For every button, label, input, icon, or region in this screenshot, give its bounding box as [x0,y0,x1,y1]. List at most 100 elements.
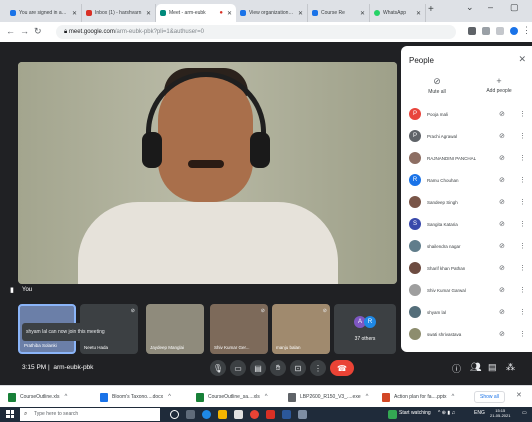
close-icon[interactable]: ✕ [416,10,421,17]
avatar [409,306,421,318]
captions-icon[interactable]: ▤ [250,360,266,376]
file-explorer-icon[interactable] [218,410,227,419]
edge-icon[interactable] [202,410,211,419]
browser-tab[interactable]: You are signed in as to ✕ [6,4,82,22]
taskbar-search-input[interactable]: ⌕ Type here to search [20,408,160,421]
others-tile[interactable]: A R 37 others [334,304,396,354]
browser-tab[interactable]: View organizational c ✕ [236,4,308,22]
language-indicator[interactable]: ENG [474,410,485,416]
mute-all-button[interactable]: ⊘ Mute all [415,76,459,95]
download-item[interactable]: Action plan for fa....pptx ^ [382,391,454,403]
exe-file-icon [288,392,296,402]
download-item[interactable]: CourseOutline_sa....xls ^ [196,391,268,403]
browser-tab[interactable]: Course Re ✕ [308,4,370,22]
activities-icon[interactable]: ⁂ [506,362,515,373]
show-all-downloads-button[interactable]: Show all [474,391,505,403]
url-field[interactable]: 🔒︎ meet.google.com/arm-eubk-pbk?pli=1&au… [56,25,456,39]
mic-muted-icon[interactable]: ⊘ [499,132,511,140]
more-options-icon[interactable]: ⋮ [519,264,526,272]
mic-muted-icon[interactable]: ⊘ [499,308,511,316]
task-view-icon[interactable] [186,410,195,419]
more-options-icon[interactable]: ⋮ [519,198,526,206]
chevron-up-icon[interactable]: ^ [265,394,268,400]
end-call-button[interactable]: ☎︎ [330,360,354,376]
more-options-icon[interactable]: ⋮ [519,330,526,338]
gmail-icon [86,10,92,16]
taskbar-clock[interactable]: 15:15 21-05-2021 [490,408,510,418]
more-options-icon[interactable]: ⋮ [519,132,526,140]
participant-tile[interactable]: ⊘ manju balan [272,304,330,354]
app-icon[interactable] [298,410,307,419]
cortana-icon[interactable] [170,410,179,419]
close-icon[interactable]: ✕ [146,10,151,17]
more-options-icon[interactable]: ⋮ [519,110,526,118]
camera-icon[interactable]: ▭ [230,360,246,376]
mic-muted-icon[interactable]: ⊘ [499,154,511,162]
browser-tab[interactable]: WhatsApp ✕ [370,4,426,22]
camera-permission-icon[interactable] [468,27,476,35]
download-item[interactable]: CourseOutline.xls ^ [8,391,67,403]
mic-muted-icon[interactable]: ⊘ [499,198,511,206]
close-icon[interactable]: ✕ [518,54,526,65]
back-icon[interactable]: ← [6,26,15,36]
browser-tab-active[interactable]: Meet - arm-eubk ● ✕ [156,4,236,22]
windows-start-icon[interactable] [6,410,14,418]
more-options-icon[interactable]: ⋮ [519,176,526,184]
browser-tab[interactable]: Inbox (1) - harshvarn ✕ [82,4,156,22]
chat-icon[interactable]: ▤ [488,362,497,373]
mic-muted-icon[interactable]: ⊘ [499,330,511,338]
mic-muted-icon[interactable]: ⊘ [499,110,511,118]
close-icon[interactable]: ✕ [227,10,232,17]
reload-icon[interactable]: ↻ [34,26,42,37]
pin-icon[interactable]: ▮ [10,286,14,294]
close-icon[interactable]: ✕ [360,10,365,17]
mic-muted-icon[interactable]: ⊘ [499,242,511,250]
chrome-icon[interactable] [250,410,259,419]
mic-icon[interactable]: 🎙︎ [210,360,226,376]
add-people-button[interactable]: + Add people [477,76,521,94]
more-options-icon[interactable]: ⋮ [519,220,526,228]
close-icon[interactable]: ✕ [516,391,522,399]
word-icon[interactable] [282,410,291,419]
people-icon[interactable]: 👥︎ [470,362,481,373]
mic-muted-icon[interactable]: ⊘ [499,286,511,294]
chevron-up-icon[interactable]: ^ [452,394,455,400]
tray-icons[interactable]: ^ ⊕ ▮ ♫ [438,410,455,416]
info-icon[interactable]: ⓘ [452,362,461,375]
mic-muted-icon[interactable]: ⊘ [499,220,511,228]
profile-avatar[interactable] [510,27,518,35]
forward-icon[interactable]: → [20,26,29,36]
download-item[interactable]: LBP2600_R150_V3_....exe ^ [288,391,368,403]
participant-tile[interactable]: ⊘ Shiv Kumar Ger... [210,304,268,354]
store-icon[interactable] [234,410,243,419]
more-options-icon[interactable]: ⋮ [310,360,326,376]
maximize-button[interactable]: ▢ [510,2,519,13]
more-options-icon[interactable]: ⋮ [519,242,526,250]
more-options-icon[interactable]: ⋮ [519,154,526,162]
app-icon[interactable] [266,410,275,419]
raise-hand-icon[interactable]: ✋︎ [270,360,286,376]
browser-menu-icon[interactable]: ⋮ [522,25,531,36]
minimize-button[interactable]: – [488,2,493,12]
mic-muted-icon[interactable]: ⊘ [499,264,511,272]
avatar [409,152,421,164]
mic-muted-icon[interactable]: ⊘ [499,176,511,184]
download-item[interactable]: Bloom's Taxono....docx ^ [100,391,171,403]
chevron-up-icon[interactable]: ^ [64,394,67,400]
tab-favicon-icon [240,10,246,16]
bookmark-star-icon[interactable] [482,27,490,35]
chevron-up-icon[interactable]: ^ [168,394,171,400]
main-speaker-video [18,62,397,284]
close-icon[interactable]: ✕ [298,10,303,17]
chevron-up-icon[interactable]: ^ [366,394,369,400]
close-icon[interactable]: ✕ [72,10,77,17]
present-screen-icon[interactable]: ⊡ [290,360,306,376]
more-options-icon[interactable]: ⋮ [519,308,526,316]
more-options-icon[interactable]: ⋮ [519,286,526,294]
participant-tile[interactable]: Jaydeep Manglai [146,304,204,354]
new-tab-button[interactable]: + [428,4,434,15]
notifications-icon[interactable]: ▭ [522,410,527,416]
tray-notification[interactable]: Start watching [399,410,431,416]
tab-search-icon[interactable]: ⌄ [466,2,474,13]
extension-icon[interactable] [496,27,504,35]
